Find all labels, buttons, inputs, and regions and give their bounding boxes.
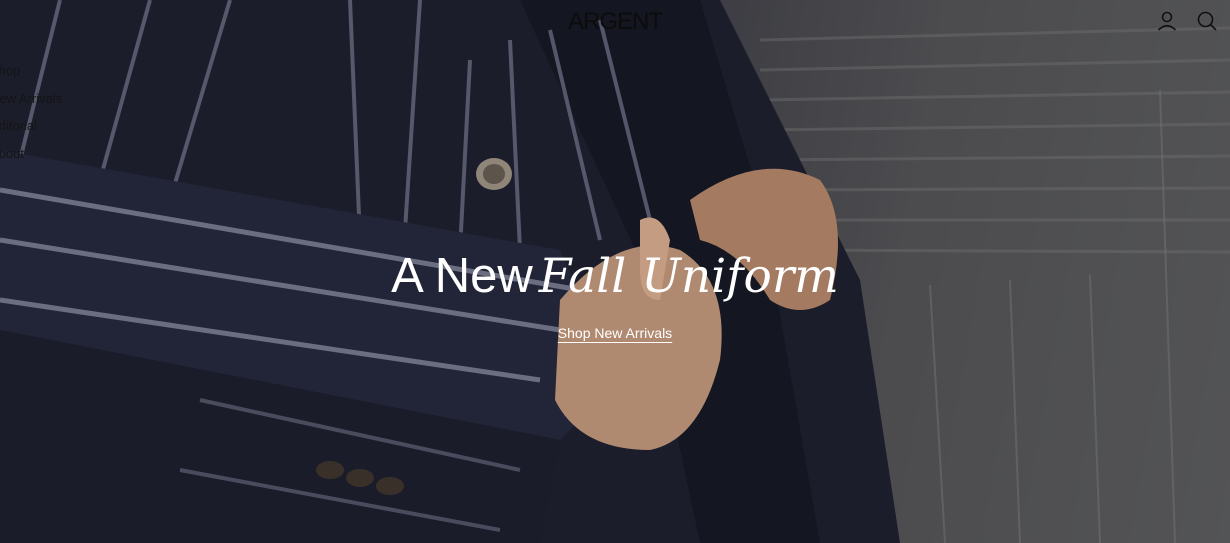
brand-logo[interactable]: ARGENT — [0, 8, 1230, 36]
headline-plain: A New — [391, 249, 533, 303]
hero-cta: Shop New Arrivals — [0, 325, 1230, 343]
nav-item-editorial[interactable]: Editorial — [0, 112, 62, 140]
hero-headline: A New Fall Uniform — [0, 248, 1230, 305]
shop-new-arrivals-link[interactable]: Shop New Arrivals — [558, 325, 672, 341]
account-icon[interactable] — [1156, 10, 1178, 32]
headline-italic: Fall Uniform — [538, 249, 839, 304]
nav-item-shop[interactable]: Shop — [0, 57, 62, 85]
nav-item-new-arrivals[interactable]: New Arrivals — [0, 85, 62, 113]
search-icon[interactable] — [1196, 10, 1218, 32]
header-icons — [1156, 10, 1218, 32]
nav-item-about[interactable]: About — [0, 140, 62, 168]
main-nav: Shop New Arrivals Editorial About — [0, 57, 62, 167]
